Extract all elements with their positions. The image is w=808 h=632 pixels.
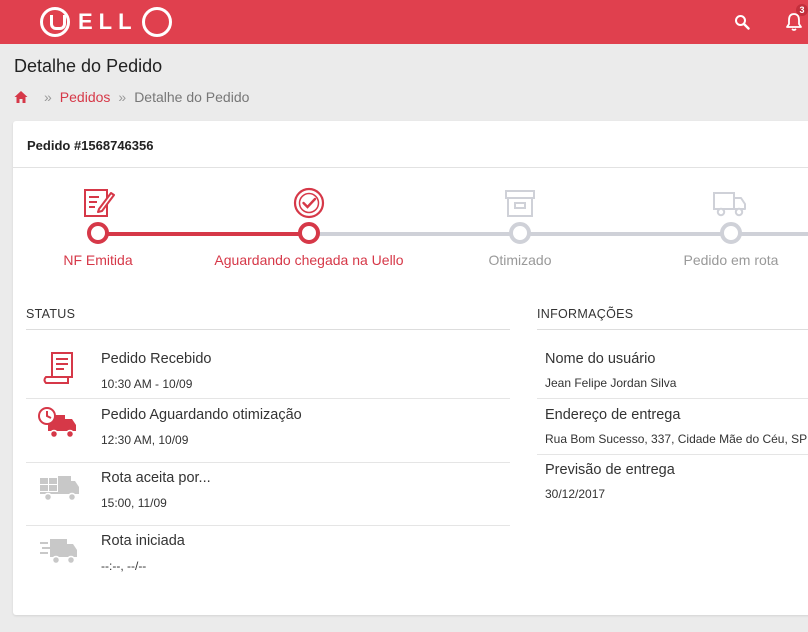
search-icon[interactable]: [734, 14, 750, 30]
status-item-title: Pedido Aguardando otimização: [101, 407, 302, 423]
step-node-otimizado[interactable]: [509, 222, 531, 244]
info-label: Nome do usuário: [545, 351, 656, 367]
divider: [26, 462, 510, 463]
divider: [26, 329, 510, 330]
status-item-title: Rota iniciada: [101, 533, 185, 549]
logo-u-mark: [40, 7, 70, 37]
truck-icon: [713, 192, 746, 217]
invoice-icon: [84, 189, 115, 217]
breadcrumb-separator: »: [118, 89, 127, 105]
step-node-em-rota[interactable]: [720, 222, 742, 244]
fast-truck-icon: [40, 539, 77, 565]
step-label-em-rota: Pedido em rota: [683, 252, 779, 268]
order-progress: NF Emitida Aguardando chegada na Uello O…: [13, 181, 808, 281]
order-title: Pedido #1568746356: [27, 138, 154, 153]
info-value: Rua Bom Sucesso, 337, Cidade Mãe do Céu,…: [545, 432, 808, 446]
clock-truck-icon: [38, 407, 76, 439]
info-item-delivery-address: Endereço de entrega Rua Bom Sucesso, 337…: [545, 407, 808, 446]
step-node-nf-emitida[interactable]: [87, 222, 109, 244]
page-title: Detalhe do Pedido: [14, 56, 163, 76]
status-item-title: Pedido Recebido: [101, 351, 212, 367]
divider: [537, 454, 808, 455]
divider: [26, 398, 510, 399]
check-circle-icon: [293, 187, 325, 219]
status-item-time: 12:30 AM, 10/09: [101, 433, 189, 447]
top-bar: ELL 3: [0, 0, 808, 44]
info-label: Endereço de entrega: [545, 407, 681, 423]
breadcrumb: » Pedidos » Detalhe do Pedido: [14, 89, 249, 105]
divider: [26, 525, 510, 526]
step-label-aguardando: Aguardando chegada na Uello: [214, 252, 404, 268]
step-label-nf-emitida: NF Emitida: [63, 252, 133, 268]
info-value: 30/12/2017: [545, 487, 606, 501]
breadcrumb-separator: »: [44, 89, 52, 105]
breadcrumb-link-pedidos[interactable]: Pedidos: [60, 89, 111, 105]
info-value: Jean Felipe Jordan Silva: [545, 376, 677, 390]
status-item-time: 15:00, 11/09: [101, 496, 167, 510]
breadcrumb-current: Detalhe do Pedido: [134, 89, 250, 105]
divider: [13, 167, 808, 168]
info-section-title: INFORMAÇÕES: [537, 307, 634, 321]
logo-o-mark: [141, 7, 172, 37]
info-label: Previsão de entrega: [545, 462, 675, 478]
status-item-time: --:--, --/--: [101, 559, 147, 573]
status-section-title: STATUS: [26, 307, 76, 321]
status-item-title: Rota aceita por...: [101, 470, 211, 486]
status-item-time: 10:30 AM - 10/09: [101, 377, 193, 391]
divider: [537, 398, 808, 399]
info-item-delivery-forecast: Previsão de entrega 30/12/2017: [545, 462, 808, 501]
progress-line-done: [98, 232, 309, 236]
logo-text: ELL: [78, 9, 138, 34]
notification-badge: 3: [796, 4, 808, 16]
uello-logo[interactable]: ELL: [40, 7, 172, 37]
home-icon[interactable]: [14, 90, 28, 104]
info-item-user-name: Nome do usuário Jean Felipe Jordan Silva: [545, 351, 808, 390]
step-node-aguardando[interactable]: [298, 222, 320, 244]
loaded-truck-icon: [40, 476, 79, 502]
archive-box-icon: [505, 190, 535, 217]
divider: [537, 329, 808, 330]
step-label-otimizado: Otimizado: [488, 252, 552, 268]
receipt-icon: [43, 352, 73, 384]
order-card: Pedido #1568746356 NF Emitida Aguardando…: [13, 121, 808, 615]
